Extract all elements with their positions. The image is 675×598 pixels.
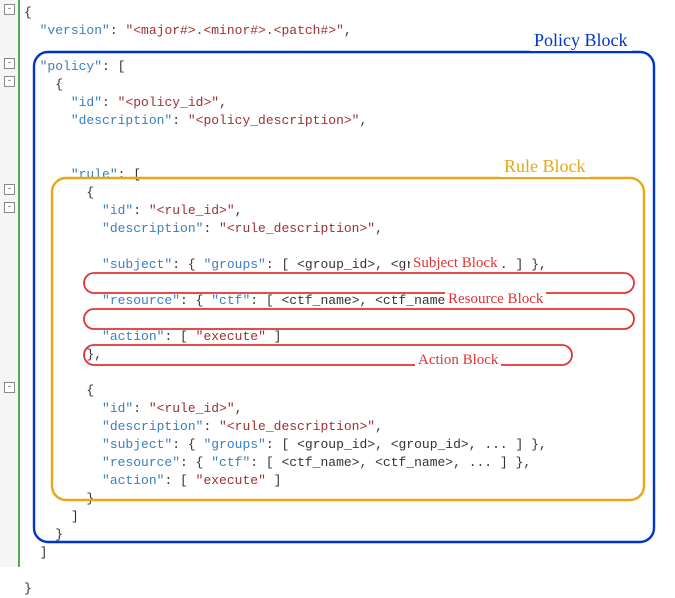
key-subject: "subject"	[102, 257, 172, 272]
fold-icon[interactable]: -	[4, 76, 15, 87]
key-resource: "resource"	[102, 293, 180, 308]
change-bar	[18, 0, 20, 567]
fold-icon[interactable]: -	[4, 4, 15, 15]
fold-icon[interactable]: -	[4, 58, 15, 69]
key-policy: "policy"	[40, 59, 102, 74]
fold-icon[interactable]: -	[4, 202, 15, 213]
code-block: { "version": "<major#>.<minor#>.<patch#>…	[24, 4, 547, 598]
fold-icon[interactable]: -	[4, 184, 15, 195]
fold-icon[interactable]: -	[4, 382, 15, 393]
key-version: "version"	[40, 23, 110, 38]
key-rule: "rule"	[71, 167, 118, 182]
key-action: "action"	[102, 329, 164, 344]
